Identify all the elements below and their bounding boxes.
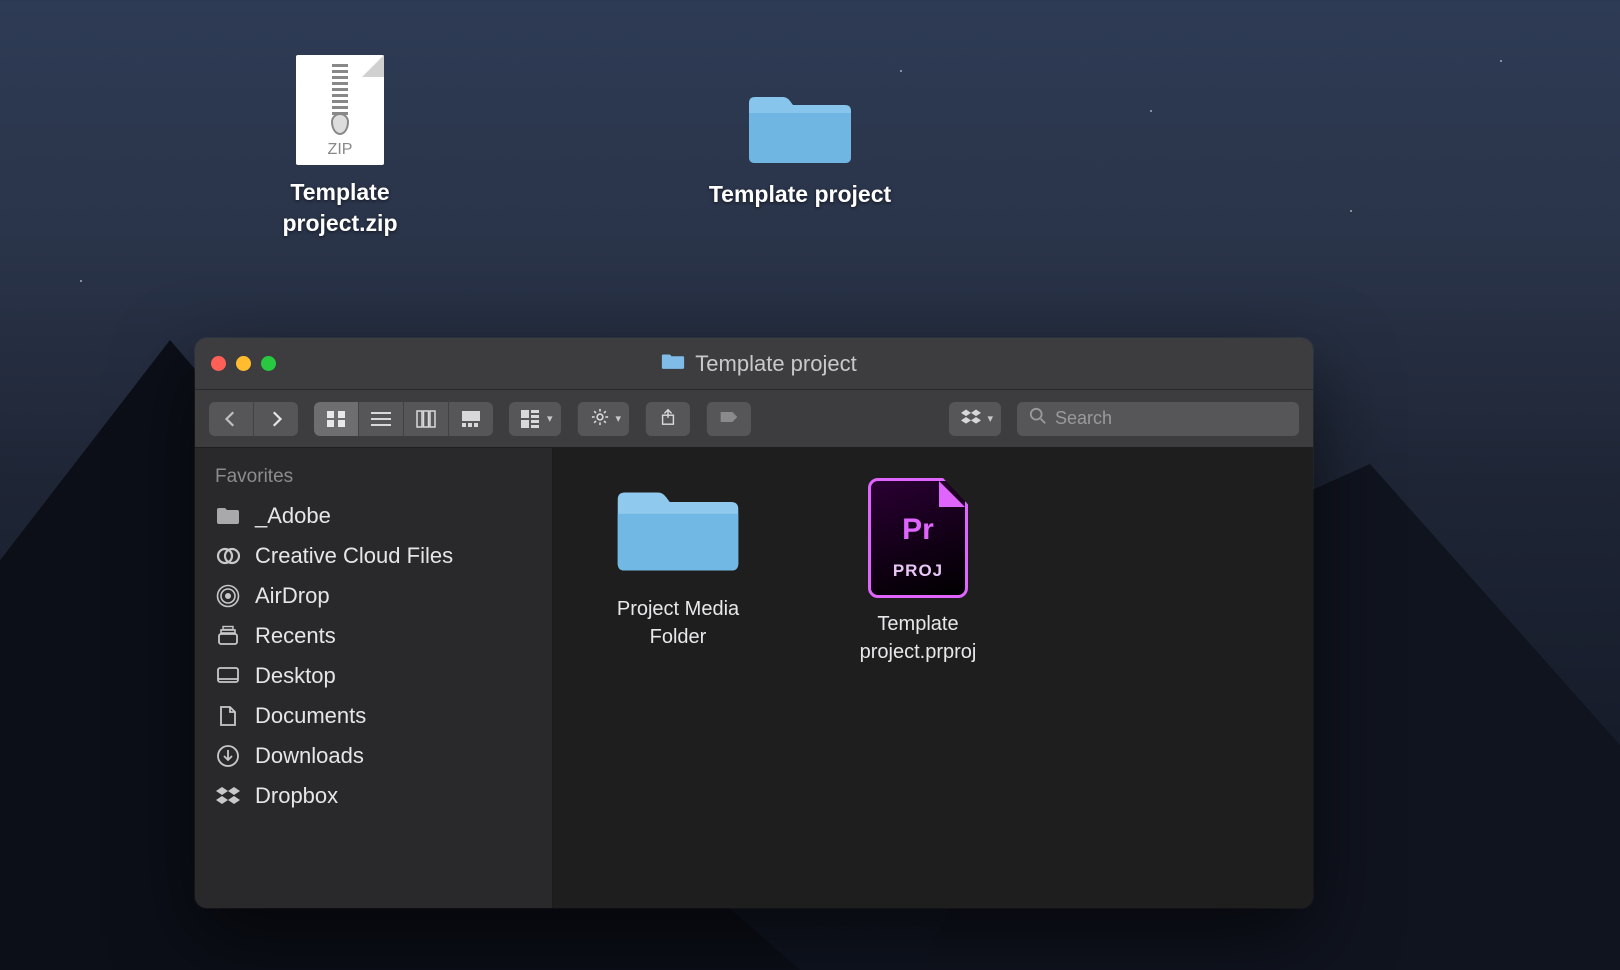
dropbox-icon: [215, 783, 241, 809]
dropbox-icon: [961, 408, 981, 429]
sidebar-item-label: Dropbox: [255, 783, 338, 809]
gear-icon: [590, 408, 610, 429]
file-item-folder[interactable]: Project Media Folder: [593, 478, 763, 651]
star: [1150, 110, 1152, 112]
airdrop-icon: [215, 583, 241, 609]
group-by-button[interactable]: ▾: [509, 402, 561, 436]
desktop-item-folder[interactable]: Template project: [670, 75, 930, 210]
sidebar-item-label: Downloads: [255, 743, 364, 769]
desktop-item-label: Template project.zip: [240, 177, 440, 239]
share-button[interactable]: [645, 402, 690, 436]
documents-icon: [215, 703, 241, 729]
folder-icon: [215, 503, 241, 529]
share-icon: [658, 408, 678, 429]
sidebar-item-documents[interactable]: Documents: [195, 696, 552, 736]
zip-file-icon: ZIP: [296, 55, 384, 165]
content-area[interactable]: Project Media Folder Pr PROJ Template pr…: [553, 448, 1313, 908]
folder-icon: [593, 478, 763, 583]
window-minimize-button[interactable]: [236, 356, 251, 371]
tags-button[interactable]: [706, 402, 751, 436]
star: [80, 280, 82, 282]
search-input[interactable]: [1055, 408, 1287, 429]
premiere-project-icon: Pr PROJ: [868, 478, 968, 598]
folder-icon: [745, 87, 855, 167]
window-zoom-button[interactable]: [261, 356, 276, 371]
recents-icon: [215, 623, 241, 649]
sidebar-item-label: Recents: [255, 623, 336, 649]
dropbox-menu-button[interactable]: ▾: [949, 402, 1001, 436]
nav-buttons: [209, 402, 298, 436]
folder-icon: [661, 351, 685, 377]
star: [1500, 60, 1502, 62]
sidebar-item-label: Creative Cloud Files: [255, 543, 453, 569]
desktop-icon: [215, 663, 241, 689]
view-mode-buttons: [314, 402, 493, 436]
sidebar-item-label: AirDrop: [255, 583, 330, 609]
sidebar-heading: Favorites: [195, 462, 552, 496]
star: [1350, 210, 1352, 212]
tag-icon: [719, 408, 739, 429]
action-menu-button[interactable]: ▾: [577, 402, 630, 436]
zip-badge: ZIP: [296, 141, 384, 159]
sidebar: Favorites _Adobe Creative Cloud Files Ai…: [195, 448, 553, 908]
file-item-label: Project Media Folder: [593, 595, 763, 651]
back-button[interactable]: [209, 402, 253, 436]
forward-button[interactable]: [253, 402, 298, 436]
finder-window: Template project: [195, 338, 1313, 908]
chevron-down-icon: ▾: [616, 412, 622, 425]
desktop-item-zip[interactable]: ZIP Template project.zip: [240, 55, 440, 239]
column-view-button[interactable]: [403, 402, 448, 436]
sidebar-item-airdrop[interactable]: AirDrop: [195, 576, 552, 616]
sidebar-item-creative-cloud[interactable]: Creative Cloud Files: [195, 536, 552, 576]
sidebar-item-label: Desktop: [255, 663, 336, 689]
list-view-button[interactable]: [358, 402, 403, 436]
star: [900, 70, 902, 72]
gallery-view-button[interactable]: [448, 402, 493, 436]
sidebar-item-recents[interactable]: Recents: [195, 616, 552, 656]
sidebar-item-label: Documents: [255, 703, 366, 729]
window-close-button[interactable]: [211, 356, 226, 371]
file-item-label: Template project.prproj: [833, 610, 1003, 666]
creative-cloud-icon: [215, 543, 241, 569]
search-icon: [1029, 407, 1047, 430]
chevron-down-icon: ▾: [547, 412, 553, 425]
sidebar-item-label: _Adobe: [255, 503, 331, 529]
titlebar[interactable]: Template project: [195, 338, 1313, 390]
sidebar-item-desktop[interactable]: Desktop: [195, 656, 552, 696]
sidebar-item-dropbox[interactable]: Dropbox: [195, 776, 552, 816]
downloads-icon: [215, 743, 241, 769]
search-field[interactable]: [1017, 402, 1299, 436]
chevron-down-icon: ▾: [987, 412, 993, 425]
toolbar: ▾ ▾ ▾: [195, 390, 1313, 448]
sidebar-item-adobe[interactable]: _Adobe: [195, 496, 552, 536]
icon-view-button[interactable]: [314, 402, 358, 436]
window-title: Template project: [276, 351, 1242, 377]
desktop-item-label: Template project: [670, 179, 930, 210]
sidebar-item-downloads[interactable]: Downloads: [195, 736, 552, 776]
file-item-prproj[interactable]: Pr PROJ Template project.prproj: [833, 478, 1003, 666]
